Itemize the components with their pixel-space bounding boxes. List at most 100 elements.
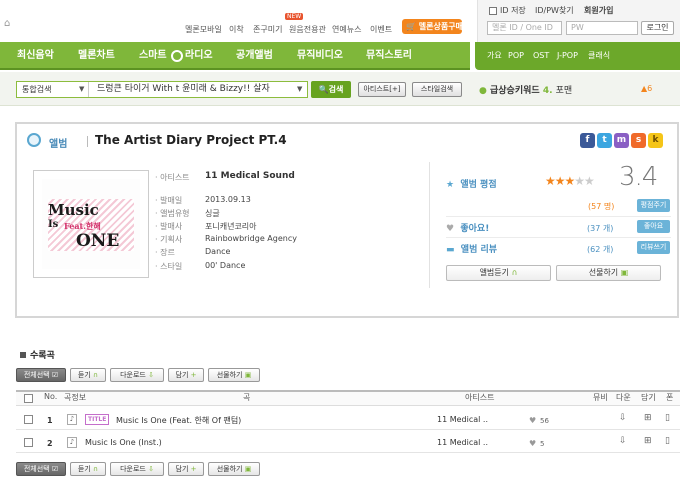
kakao-icon[interactable]: k: [648, 133, 663, 148]
track-likes: 5: [540, 440, 545, 448]
review-label: ▬ 앨범 리뷰: [446, 242, 497, 255]
link-news[interactable]: 연예뉴스: [332, 24, 361, 35]
download-button-bottom[interactable]: 다운로드 ⇩: [110, 462, 164, 476]
search-type-select[interactable]: 통합검색 ▼: [17, 82, 89, 97]
search-button-label: 검색: [328, 85, 344, 94]
add-icon: +: [190, 371, 197, 379]
row-checkbox[interactable]: [24, 438, 33, 447]
add-button-bottom[interactable]: 담기 +: [168, 462, 204, 476]
me2day-icon[interactable]: m: [614, 133, 629, 148]
album-listen-button[interactable]: 앨범듣기 ∩: [446, 265, 551, 281]
nav-music-story[interactable]: 뮤직스토리: [366, 42, 412, 70]
title-tag: TITLE: [85, 414, 110, 425]
login-button[interactable]: 로그인: [641, 21, 674, 35]
gift-icon: ▣: [244, 371, 252, 379]
like-button[interactable]: 좋아요: [637, 220, 670, 233]
add-to-list-icon[interactable]: ⊞: [644, 413, 652, 423]
album-cover[interactable]: Music Is Feat.한해 ONE: [33, 170, 149, 278]
gift-button[interactable]: 선물하기 ▣: [208, 368, 260, 382]
like-label: ♥ 좋아요!: [446, 221, 489, 234]
album-listen-label: 앨범듣기: [479, 268, 510, 277]
col-mv: 뮤비: [593, 393, 608, 402]
listen-label: 듣기: [77, 371, 91, 379]
rating-label-text: 앨범 평점: [460, 180, 497, 190]
link-3[interactable]: 존구미기: [253, 24, 282, 35]
save-id-checkbox[interactable]: [489, 7, 497, 15]
track-artist[interactable]: 11 Medical ..: [437, 438, 488, 447]
song-info-icon[interactable]: ♪: [67, 414, 77, 425]
add-label: 담기: [175, 465, 189, 473]
nav-open-album[interactable]: 공개앨범: [236, 42, 273, 70]
song-info-icon[interactable]: ♪: [67, 437, 77, 448]
chevron-down-icon[interactable]: ▼: [297, 82, 302, 97]
detail-label-style-text: 스타일: [160, 262, 183, 271]
like-icon[interactable]: ♥: [529, 416, 536, 425]
download-label: 다운로드: [120, 371, 146, 379]
nav-music-video[interactable]: 뮤직비디오: [297, 42, 343, 70]
col-artist: 아티스트: [465, 393, 495, 402]
download-icon[interactable]: ⇩: [619, 436, 627, 446]
join-link[interactable]: 회원가입: [584, 5, 613, 16]
search-input[interactable]: 드렁큰 타이거 With t 윤미래 & Bizzy!! 살자: [97, 82, 297, 97]
like-label-text: 좋아요!: [460, 224, 490, 234]
id-input[interactable]: 멜론 ID / One ID: [487, 21, 562, 35]
link-4[interactable]: 원음전용관: [289, 24, 326, 35]
album-gift-button[interactable]: 선물하기 ▣: [556, 265, 661, 281]
detail-divider: [429, 162, 430, 288]
track-title[interactable]: Music Is One (Feat. 한해 Of 팬텀): [116, 415, 241, 426]
search-button[interactable]: 🔍검색: [311, 81, 351, 98]
share-icon[interactable]: s: [631, 133, 646, 148]
download-button[interactable]: 다운로드 ⇩: [110, 368, 164, 382]
radio-icon: [171, 50, 183, 62]
hot-keyword-word: 포맨: [555, 86, 573, 96]
write-review-button[interactable]: 리뷰쓰기: [637, 241, 670, 254]
like-icon[interactable]: ♥: [529, 439, 536, 448]
artist-search-button[interactable]: 아티스트[+]: [358, 82, 406, 97]
heart-icon: ♥: [446, 224, 455, 234]
listen-button[interactable]: 듣기 ∩: [70, 368, 106, 382]
twitter-icon[interactable]: t: [597, 133, 612, 148]
genre-classic[interactable]: 클래식: [588, 42, 610, 70]
select-all-button-bottom[interactable]: 전체선택 ☑: [16, 462, 66, 476]
buy-product-button[interactable]: 🛒 멜론상품구매: [402, 19, 462, 34]
link-2[interactable]: 이착: [229, 24, 244, 35]
listen-button-bottom[interactable]: 듣기 ∩: [70, 462, 106, 476]
detail-value-date: 2013.09.13: [205, 195, 251, 204]
nav-chart[interactable]: 멜론차트: [78, 42, 115, 70]
col-phone: 폰: [666, 393, 674, 402]
find-id-link[interactable]: ID/PW찾기: [535, 5, 574, 16]
genre-kpop[interactable]: 가요: [487, 42, 502, 70]
like-count: (37 개): [587, 224, 614, 233]
track-title[interactable]: Music Is One (Inst.): [85, 438, 162, 447]
phone-icon[interactable]: ▯: [665, 413, 670, 423]
buy-product-label: 멜론상품구매: [418, 22, 462, 31]
home-icon[interactable]: ⌂: [4, 18, 10, 29]
rate-button[interactable]: 평점주기: [637, 199, 670, 212]
phone-icon[interactable]: ▯: [665, 436, 670, 446]
track-artist[interactable]: 11 Medical ..: [437, 415, 488, 424]
header-checkbox[interactable]: [24, 394, 33, 403]
detail-label-artist-text: 아티스트: [160, 173, 190, 182]
genre-jpop[interactable]: J-POP: [557, 42, 578, 70]
genre-ost[interactable]: OST: [533, 42, 549, 70]
add-to-list-icon[interactable]: ⊞: [644, 436, 652, 446]
add-button[interactable]: 담기 +: [168, 368, 204, 382]
facebook-icon[interactable]: f: [580, 133, 595, 148]
style-search-button[interactable]: 스타일검색: [412, 82, 462, 97]
nav-smart[interactable]: 스마트: [139, 42, 167, 70]
link-event[interactable]: 이벤트: [370, 24, 392, 35]
nav-latest[interactable]: 최신음악: [17, 42, 54, 70]
pw-input[interactable]: PW: [566, 21, 638, 35]
select-all-button[interactable]: 전체선택 ☑: [16, 368, 66, 382]
rating-separator: [446, 216, 671, 217]
star-icon: ★: [446, 180, 455, 190]
row-checkbox[interactable]: [24, 415, 33, 424]
link-mobile[interactable]: 멜론모바일: [185, 24, 222, 35]
gift-button-bottom[interactable]: 선물하기 ▣: [208, 462, 260, 476]
download-icon[interactable]: ⇩: [619, 413, 627, 423]
artist-link[interactable]: 11 Medical Sound: [205, 171, 295, 181]
genre-pop[interactable]: POP: [508, 42, 524, 70]
nav-radio[interactable]: 라디오: [185, 42, 213, 70]
album-cover-art: Music Is Feat.한해 ONE: [42, 179, 140, 269]
hot-keyword[interactable]: ● 급상승키워드 4. 포맨: [479, 83, 572, 96]
